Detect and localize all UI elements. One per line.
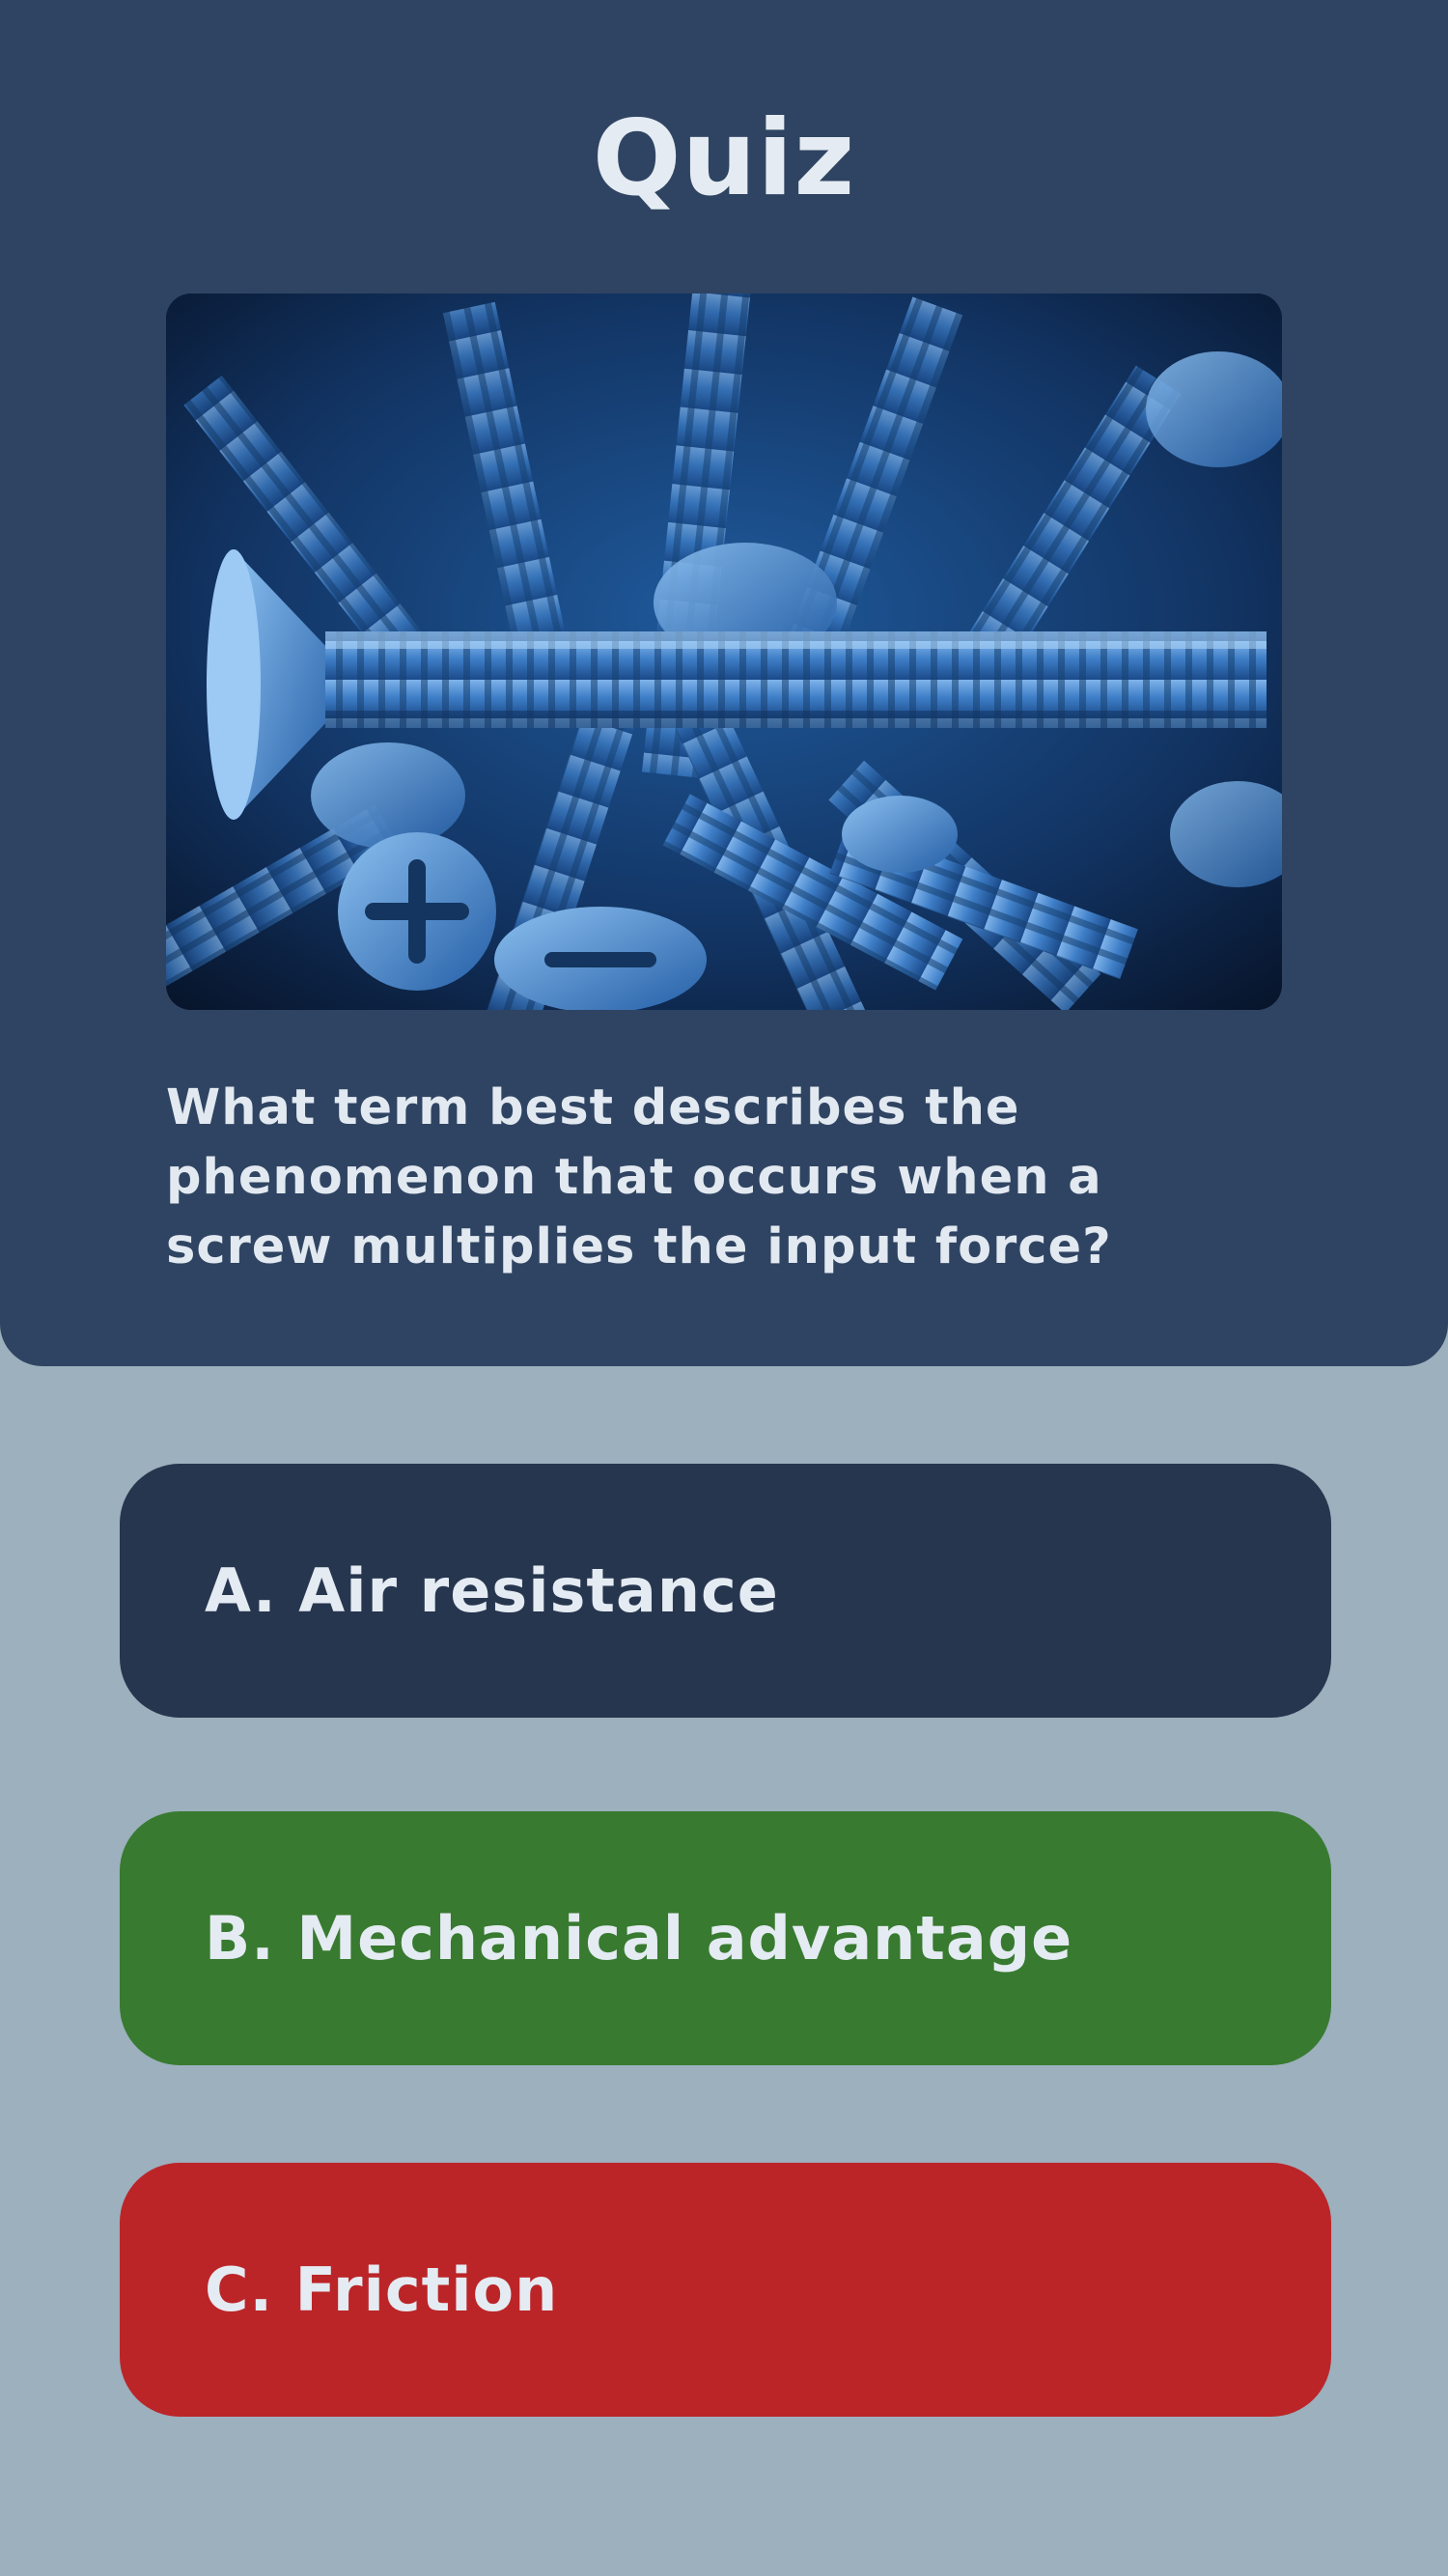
question-text: What term best describes the phenomenon … <box>166 1079 1112 1275</box>
answer-b-button[interactable]: B. Mechanical advantage <box>120 1811 1331 2065</box>
screws-image <box>166 294 1282 1010</box>
page-title: Quiz <box>592 98 856 219</box>
answer-c-label: C. Friction <box>205 2254 559 2325</box>
answer-b-label: B. Mechanical advantage <box>205 1903 1073 1974</box>
answer-c-button[interactable]: C. Friction <box>120 2163 1331 2417</box>
answer-a-label: A. Air resistance <box>205 1555 779 1626</box>
answer-a-button[interactable]: A. Air resistance <box>120 1464 1331 1718</box>
question-card: Quiz What term best describes the phenom… <box>0 0 1448 1366</box>
screws-photo-icon <box>166 294 1282 1010</box>
